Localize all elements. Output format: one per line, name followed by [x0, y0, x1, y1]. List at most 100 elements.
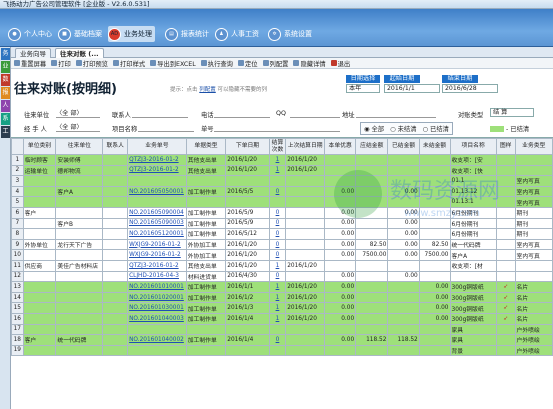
table-cell[interactable]: 0: [268, 238, 287, 251]
table-cell[interactable]: 0: [268, 206, 287, 219]
address-field[interactable]: [356, 110, 436, 118]
exit-button[interactable]: 退出: [330, 59, 350, 68]
sidebar-item-business[interactable]: 务: [1, 48, 10, 60]
column-header[interactable]: 本单优惠: [324, 138, 357, 155]
table-row[interactable]: 10 WXJG9-2016-01-2 外协加工单 2016/1/20 0 0.00 7500…: [11, 249, 553, 261]
table-row[interactable]: 2 运输单位 德邦物流 QTZJ3-2016-01-2 其他支出单 2016/1/20 1 2…: [11, 164, 553, 177]
module-reports[interactable]: ▤ 报表统计: [165, 26, 209, 42]
table-row[interactable]: 18 客户 统一代码牌 NO.201601040002 加工制作单 2016/1/4 0 0.…: [11, 334, 553, 346]
module-hr-payroll[interactable]: ♟ 人事工资: [215, 26, 259, 42]
handler-field[interactable]: 〈全 部〉: [56, 124, 100, 132]
table-cell[interactable]: [127, 323, 187, 336]
column-header[interactable]: 图样: [495, 138, 516, 155]
table-cell[interactable]: [268, 175, 287, 187]
table-cell[interactable]: WXJG9-2016-01-2: [127, 249, 187, 261]
column-config-button[interactable]: 列配置: [262, 59, 288, 68]
table-cell[interactable]: [268, 323, 287, 336]
module-business[interactable]: AD 业务处理: [108, 26, 155, 42]
sidebar-item-data[interactable]: 数: [1, 74, 10, 86]
column-header[interactable]: 联系人: [102, 138, 129, 155]
table-row[interactable]: 6 客户 NO.201605090004 加工制作单 2016/5/9 0 0.00 0.00…: [11, 206, 553, 219]
column-header[interactable]: 业务类型: [514, 138, 553, 155]
export-excel-button[interactable]: 导出到EXCEL: [150, 59, 196, 68]
table-cell[interactable]: [127, 175, 187, 187]
phone-field[interactable]: [214, 110, 270, 118]
table-cell[interactable]: NO.201605120001: [127, 228, 187, 240]
project-name-field[interactable]: [138, 124, 194, 132]
customer-field[interactable]: 〈全 部〉: [56, 110, 100, 118]
table-row[interactable]: 19 背景 户外喷绘: [11, 344, 553, 357]
table-cell[interactable]: NO.201601030001: [127, 302, 187, 314]
table-cell[interactable]: [268, 344, 287, 357]
table-cell[interactable]: 0: [268, 185, 287, 198]
table-row[interactable]: 11 供应商 美佳广告材料店 QTZJ3-2016-01-2 其他支出单 2016/1/2…: [11, 259, 553, 272]
table-cell[interactable]: 0: [268, 334, 287, 346]
column-header[interactable]: 结算次数: [268, 138, 287, 155]
table-row[interactable]: 1 临时顾客 安装师傅 QTZJ3-2016-01-2 其他支出单 2016/1/20 1 2…: [11, 154, 553, 166]
table-cell[interactable]: WXJG9-2016-01-2: [127, 238, 187, 251]
order-no-field[interactable]: [214, 124, 340, 132]
sidebar-item-report[interactable]: 报: [1, 87, 10, 99]
column-header[interactable]: 往来单位: [55, 138, 104, 155]
table-cell[interactable]: 1: [268, 259, 287, 272]
table-row[interactable]: 12 CLJHD-2016-04-3 材料进货单 2016/4/30 0 0.00 0.00: [11, 270, 553, 283]
table-cell[interactable]: 1: [268, 281, 287, 293]
table-cell[interactable]: 1: [268, 154, 287, 166]
table-cell[interactable]: NO.201601040003: [127, 312, 187, 325]
column-header[interactable]: 单位类别: [22, 138, 57, 155]
reset-screen-button[interactable]: 重置屏幕: [14, 59, 46, 68]
table-cell[interactable]: 1: [268, 164, 287, 177]
column-header[interactable]: 业务单号: [127, 138, 187, 155]
table-cell[interactable]: NO.201605090003: [127, 217, 187, 230]
radio-all[interactable]: ◉ 全部: [364, 126, 384, 133]
column-header[interactable]: 已结金额: [387, 138, 420, 155]
date-select-dropdown[interactable]: 本年: [346, 84, 380, 93]
module-personal-center[interactable]: ● 个人中心: [8, 26, 52, 42]
tab-account-reconciliation[interactable]: 往来对账 (...: [55, 48, 104, 58]
locate-button[interactable]: 定位: [237, 59, 258, 68]
table-row[interactable]: 5 01.13.1 室内写真: [11, 196, 553, 208]
print-button[interactable]: 打印: [51, 59, 71, 68]
table-cell[interactable]: [127, 344, 187, 357]
table-row[interactable]: 13 NO.201601010001 加工制作单 2016/1/1 1 2016/1/20…: [11, 281, 553, 293]
radio-unsettled[interactable]: ○ 未结清: [390, 126, 416, 133]
table-cell[interactable]: QTZJ3-2016-01-2: [127, 164, 187, 177]
print-preview-button[interactable]: 打印预览: [75, 59, 108, 68]
table-cell[interactable]: CLJHD-2016-04-3: [127, 270, 187, 283]
sidebar-item-operations[interactable]: 业: [1, 61, 10, 73]
end-date-field[interactable]: 2016/6/28: [442, 84, 498, 93]
table-cell[interactable]: NO.201605090004: [127, 206, 187, 219]
table-cell[interactable]: QTZJ3-2016-01-2: [127, 259, 187, 272]
table-row[interactable]: 17 家具 户外喷绘: [11, 323, 553, 336]
module-system-settings[interactable]: ✲ 系统设置: [268, 26, 312, 42]
table-row[interactable]: 15 NO.201601030001 加工制作单 2016/1/3 1 2016/1/20…: [11, 302, 553, 314]
sidebar-item-system[interactable]: 系: [1, 113, 10, 125]
print-style-button[interactable]: 打印样式: [112, 59, 145, 68]
table-cell[interactable]: QTZJ3-2016-01-2: [127, 154, 187, 166]
column-header[interactable]: 上次结算日期: [285, 138, 326, 155]
table-cell[interactable]: NO.201601010001: [127, 281, 187, 293]
column-config-link[interactable]: 列配置: [199, 87, 216, 93]
start-date-field[interactable]: 2016/1/1: [384, 84, 440, 93]
table-cell[interactable]: 0: [268, 249, 287, 261]
sidebar-item-hr[interactable]: 人: [1, 100, 10, 112]
table-cell[interactable]: 0: [268, 270, 287, 283]
column-header[interactable]: 应结金额: [355, 138, 389, 155]
sidebar-item-tools[interactable]: 工: [1, 126, 10, 138]
table-row[interactable]: 3 01.1 室内写真: [11, 175, 553, 187]
table-row[interactable]: 14 NO.201601020001 加工制作单 2016/1/2 1 2016/1/20…: [11, 291, 553, 304]
table-cell[interactable]: [268, 196, 287, 208]
table-cell[interactable]: 0: [268, 228, 287, 240]
execute-query-button[interactable]: 执行查询: [200, 59, 233, 68]
table-cell[interactable]: 1: [268, 302, 287, 314]
table-row[interactable]: 4 客户A NO.201605050001 加工制作单 2016/5/5 0 0.00 0.0…: [11, 185, 553, 198]
table-cell[interactable]: 0: [268, 217, 287, 230]
column-header[interactable]: 下单日期: [225, 138, 270, 155]
table-row[interactable]: 16 NO.201601040003 加工制作单 2016/1/4 1 2016/1/20…: [11, 312, 553, 325]
column-header[interactable]: 项目名称: [449, 138, 497, 155]
table-cell[interactable]: NO.201601020001: [127, 291, 187, 304]
column-header[interactable]: 未结金额: [418, 138, 451, 155]
tab-business-guide[interactable]: 业务向导: [15, 48, 51, 58]
module-basic-archive[interactable]: ■ 基础档案: [58, 26, 102, 42]
table-row[interactable]: 8 NO.201605120001 加工制作单 2016/5/12 0 0.00 0.00 6…: [11, 228, 553, 240]
